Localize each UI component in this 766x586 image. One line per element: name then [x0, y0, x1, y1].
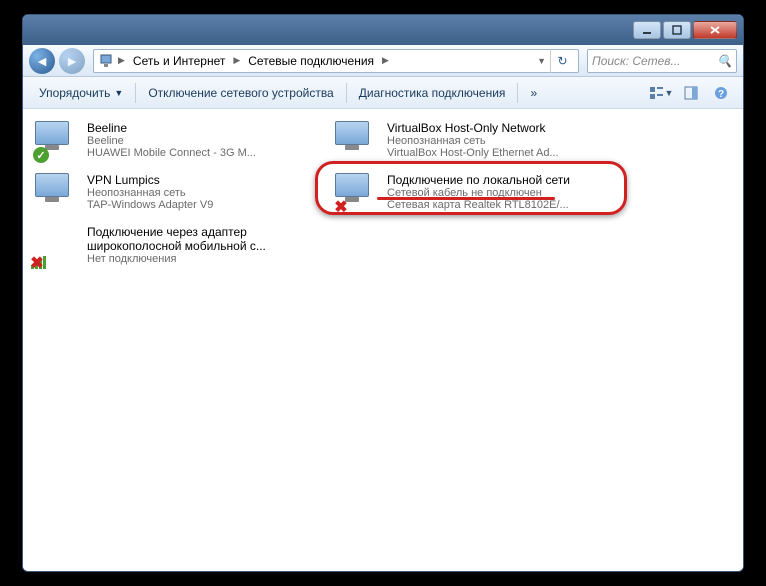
chevron-icon: ▶: [233, 55, 240, 66]
connection-name: Beeline: [87, 121, 307, 135]
organize-button[interactable]: Упорядочить ▼: [31, 82, 131, 104]
connection-device: Сетевая карта Realtek RTL8102E/...: [387, 199, 607, 211]
content-area: ✓ Beeline Beeline HUAWEI Mobile Connect …: [23, 109, 743, 571]
search-icon: 🔍: [717, 54, 732, 68]
chevron-icon: ▶: [118, 55, 125, 66]
connection-device: TAP-Windows Adapter V9: [87, 199, 307, 211]
help-button[interactable]: ?: [707, 82, 735, 104]
network-icon: [98, 53, 114, 69]
connection-status: Нет подключения: [87, 253, 307, 265]
explorer-window: ◄ ► ▶ Сеть и Интернет ▶ Сетевые подключе…: [22, 14, 744, 572]
status-error-icon: ✖: [29, 255, 45, 271]
connection-status: Неопознанная сеть: [387, 135, 607, 147]
connection-device: HUAWEI Mobile Connect - 3G M...: [87, 147, 307, 159]
diagnose-button[interactable]: Диагностика подключения: [351, 82, 514, 104]
toolbar: Упорядочить ▼ Отключение сетевого устрой…: [23, 77, 743, 109]
connection-item[interactable]: ✖ Подключение по локальной сети Сетевой …: [331, 169, 611, 217]
status-ok-icon: ✓: [33, 147, 49, 163]
breadcrumb[interactable]: ▶ Сеть и Интернет ▶ Сетевые подключения …: [93, 49, 579, 73]
svg-text:?: ?: [718, 89, 724, 100]
connection-status: Сетевой кабель не подключен: [387, 187, 607, 199]
connection-icon: [335, 121, 379, 161]
connection-item[interactable]: ✖ Подключение через адаптер широкополосн…: [31, 221, 311, 269]
connection-status: Beeline: [87, 135, 307, 147]
back-button[interactable]: ◄: [29, 48, 55, 74]
minimize-button[interactable]: [633, 21, 661, 39]
connection-icon: ✖: [35, 225, 79, 265]
search-placeholder: Поиск: Сетев...: [592, 54, 681, 68]
titlebar[interactable]: [23, 15, 743, 45]
connection-status: Неопознанная сеть: [87, 187, 307, 199]
connection-icon: [35, 173, 79, 213]
refresh-button[interactable]: ↻: [550, 49, 574, 73]
forward-button: ►: [59, 48, 85, 74]
connection-item[interactable]: ✓ Beeline Beeline HUAWEI Mobile Connect …: [31, 117, 311, 165]
search-input[interactable]: Поиск: Сетев... 🔍: [587, 49, 737, 73]
view-options-button[interactable]: ▼: [647, 82, 675, 104]
more-button[interactable]: »: [522, 82, 545, 104]
navbar: ◄ ► ▶ Сеть и Интернет ▶ Сетевые подключе…: [23, 45, 743, 77]
status-error-icon: ✖: [333, 199, 349, 215]
connection-name: Подключение через адаптер широкополосной…: [87, 225, 307, 253]
separator: [135, 83, 136, 103]
chevron-icon: ▶: [382, 55, 389, 66]
maximize-button[interactable]: [663, 21, 691, 39]
connection-icon: ✖: [335, 173, 379, 213]
separator: [517, 83, 518, 103]
breadcrumb-part1[interactable]: Сеть и Интернет: [129, 52, 229, 70]
connection-device: VirtualBox Host-Only Ethernet Ad...: [387, 147, 607, 159]
breadcrumb-part2[interactable]: Сетевые подключения: [244, 52, 378, 70]
dropdown-icon[interactable]: ▼: [537, 56, 546, 66]
connection-icon: ✓: [35, 121, 79, 161]
connection-name: VirtualBox Host-Only Network: [387, 121, 607, 135]
preview-pane-button[interactable]: [677, 82, 705, 104]
connection-item[interactable]: VPN Lumpics Неопознанная сеть TAP-Window…: [31, 169, 311, 217]
close-button[interactable]: [693, 21, 737, 39]
separator: [346, 83, 347, 103]
connection-name: Подключение по локальной сети: [387, 173, 607, 187]
connection-name: VPN Lumpics: [87, 173, 307, 187]
connection-item[interactable]: VirtualBox Host-Only Network Неопознанна…: [331, 117, 611, 165]
disable-device-button[interactable]: Отключение сетевого устройства: [140, 82, 341, 104]
